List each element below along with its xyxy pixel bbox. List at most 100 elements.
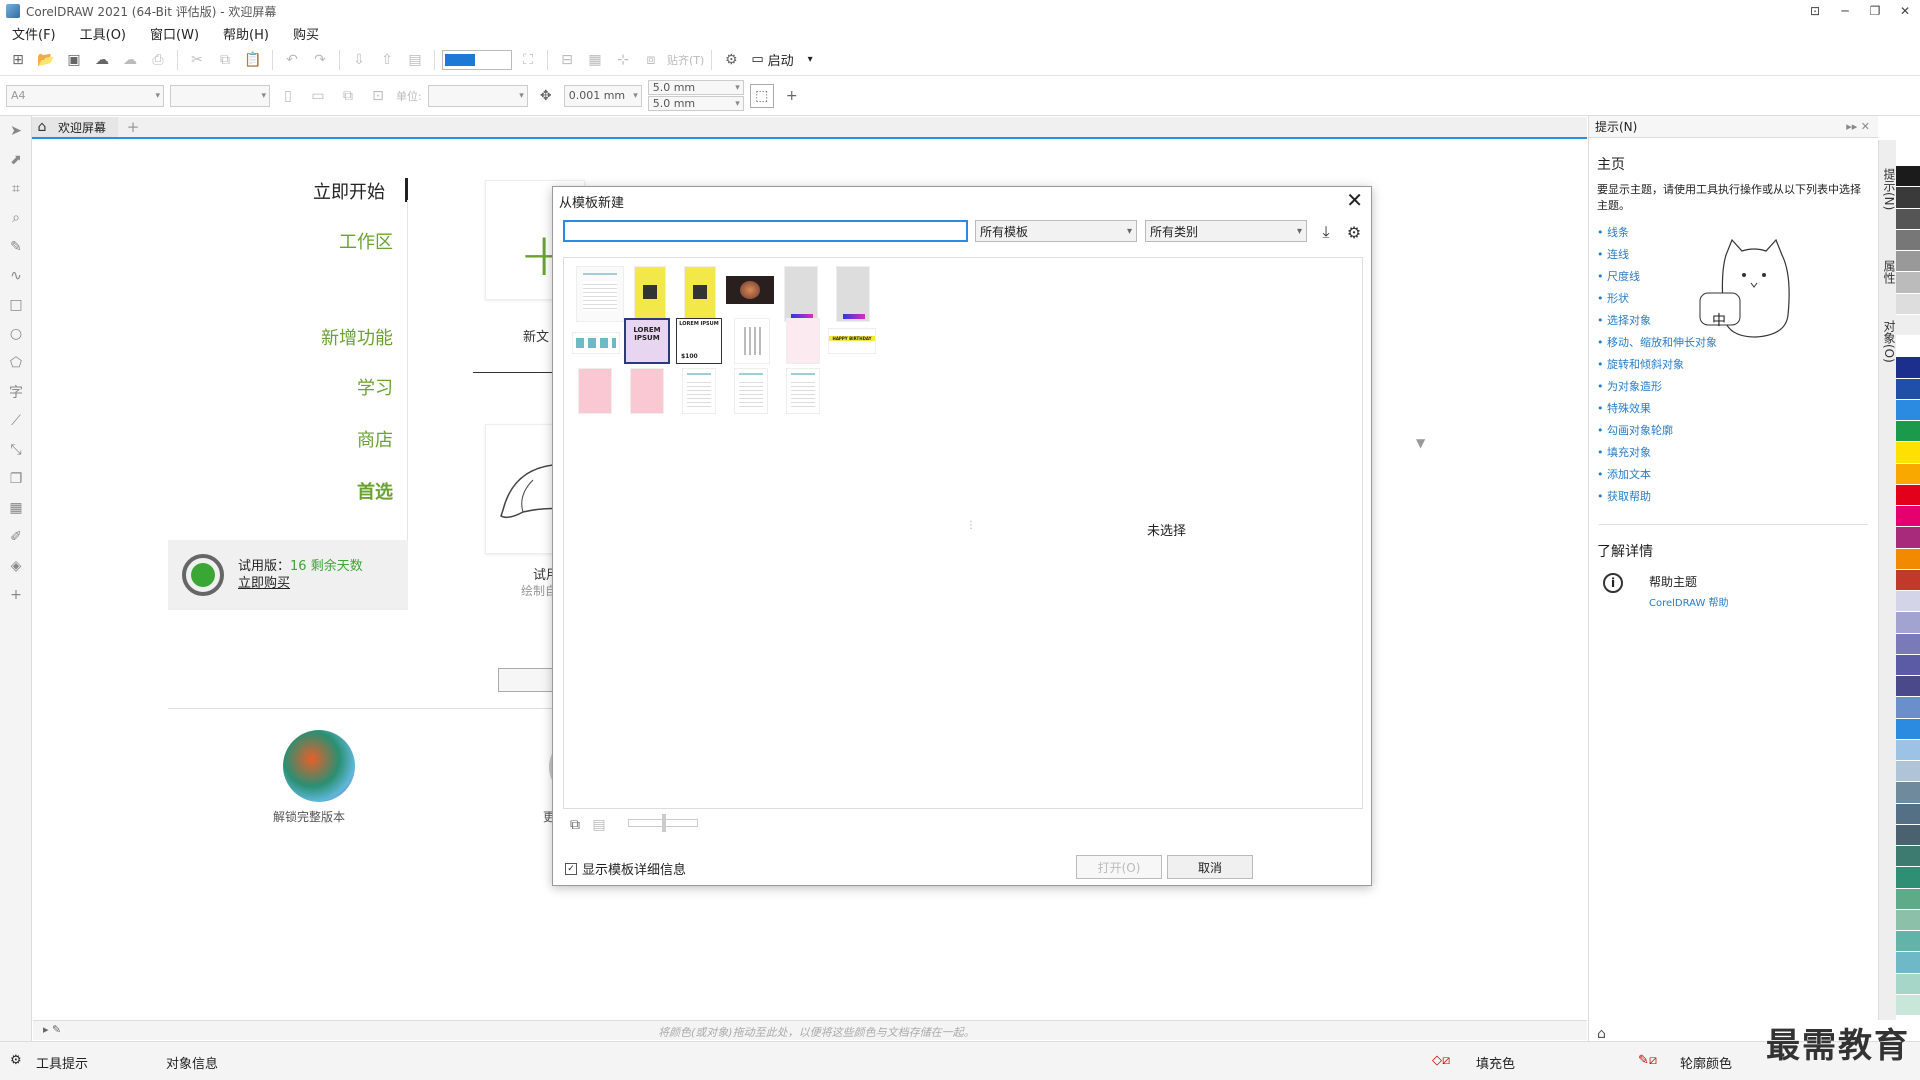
crop-tool-icon[interactable]: ⌗ (0, 174, 32, 203)
parallel-dimension-icon[interactable]: ⟋ (0, 406, 32, 435)
template-thumbnail[interactable]: HAPPY BIRTHDAY (828, 328, 876, 354)
palette-swatch[interactable] (1896, 867, 1920, 889)
buy-now-link[interactable]: 立即购买 (238, 575, 363, 592)
palette-swatch[interactable] (1896, 272, 1920, 294)
palette-swatch[interactable] (1896, 931, 1920, 953)
palette-swatch[interactable] (1896, 888, 1920, 910)
pane-splitter[interactable]: ⋮ (966, 520, 976, 531)
palette-swatch[interactable] (1896, 378, 1920, 400)
ime-mode-label[interactable]: 中 (1712, 310, 1726, 330)
nav-item-preferences[interactable]: 首选 (213, 478, 393, 504)
template-thumbnail[interactable] (734, 368, 768, 414)
template-thumbnail[interactable] (634, 266, 666, 322)
page-size-select[interactable]: A4 (6, 84, 164, 107)
treat-as-filled-icon[interactable]: ⬚ (749, 83, 774, 108)
snap-icon[interactable]: ⧈ (639, 48, 663, 72)
template-type-select[interactable]: 所有模板 (975, 220, 1137, 242)
shape-tool-icon[interactable]: ⬈ (0, 145, 32, 174)
template-category-select[interactable]: 所有类别 (1145, 220, 1307, 242)
maximize-button[interactable]: ❐ (1860, 0, 1890, 22)
minimize-button[interactable]: ─ (1830, 0, 1860, 22)
cloud-upload-icon[interactable]: ☁ (118, 48, 142, 72)
new-document-icon[interactable]: ⊞ (6, 48, 30, 72)
palette-swatch[interactable] (1896, 994, 1920, 1016)
menu-buy[interactable]: 购买 (281, 24, 331, 43)
home-docker-icon[interactable]: ⌂ (1597, 1026, 1606, 1042)
undo-icon[interactable]: ↶ (280, 48, 304, 72)
guidelines-icon[interactable]: ⊹ (611, 48, 635, 72)
menu-file[interactable]: 文件(F) (0, 24, 68, 43)
palette-swatch[interactable] (1896, 187, 1920, 209)
palette-swatch[interactable] (1896, 654, 1920, 676)
palette-swatch[interactable] (1896, 251, 1920, 273)
text-tool-icon[interactable]: 字 (0, 377, 32, 406)
copy-icon[interactable]: ⧉ (213, 48, 237, 72)
docker-controls[interactable]: ▸▸ ✕ (1846, 120, 1870, 133)
hint-topic-fill[interactable]: 填充对象 (1597, 442, 1878, 464)
open-folder-icon[interactable]: 📂 (34, 48, 58, 72)
interactive-fill-icon[interactable]: ◈ (0, 551, 32, 580)
template-thumbnail[interactable] (734, 318, 770, 364)
landscape-icon[interactable]: ▭ (306, 84, 330, 108)
rectangle-tool-icon[interactable]: □ (0, 290, 32, 319)
nav-item-workspace[interactable]: 工作区 (213, 228, 393, 254)
units-select[interactable] (427, 84, 528, 107)
transparency-tool-icon[interactable]: ▦ (0, 493, 32, 522)
zoom-level-select[interactable] (442, 49, 512, 70)
drop-shadow-icon[interactable]: ❐ (0, 464, 32, 493)
view-options-icon[interactable]: ▤ (587, 813, 611, 837)
palette-swatch[interactable] (1896, 697, 1920, 719)
tab-welcome-screen[interactable]: ⌂ 欢迎屏幕 (32, 117, 119, 137)
palette-swatch[interactable] (1896, 973, 1920, 995)
duplicate-y-field[interactable]: 5.0 mm (647, 96, 744, 111)
hint-topic-shaping[interactable]: 为对象造形 (1597, 376, 1878, 398)
palette-swatch[interactable] (1896, 846, 1920, 868)
template-thumbnail[interactable] (576, 266, 624, 322)
scroll-down-icon[interactable]: ▼ (1416, 436, 1425, 450)
template-thumbnail[interactable] (684, 266, 716, 322)
cut-icon[interactable]: ✂ (185, 48, 209, 72)
freehand-tool-icon[interactable]: ✎ (0, 232, 32, 261)
launch-button[interactable]: ▭ 启动 ▾ (747, 50, 816, 69)
thumbnail-size-slider[interactable] (628, 814, 698, 832)
palette-swatch[interactable] (1896, 208, 1920, 230)
dragon-artwork-icon[interactable] (283, 730, 355, 802)
palette-swatch[interactable] (1896, 314, 1920, 336)
restore-help-icon[interactable]: ⊡ (1800, 0, 1830, 22)
coreldraw-help-link[interactable]: CorelDRAW 帮助 (1649, 594, 1729, 609)
menu-window[interactable]: 窗口(W) (138, 24, 211, 43)
palette-swatch[interactable] (1896, 612, 1920, 634)
palette-swatch[interactable] (1896, 357, 1920, 379)
template-thumbnail[interactable] (630, 368, 664, 414)
palette-swatch[interactable] (1896, 952, 1920, 974)
print-icon[interactable]: ⎙ (146, 48, 170, 72)
dialog-settings-gear-icon[interactable]: ⚙ (1343, 221, 1365, 243)
show-details-checkbox[interactable]: ✓ 显示模板详细信息 (565, 859, 686, 878)
import-icon[interactable]: ⇩ (347, 48, 371, 72)
palette-swatch[interactable] (1896, 421, 1920, 443)
template-thumbnail[interactable] (784, 266, 818, 322)
palette-swatch[interactable] (1896, 506, 1920, 528)
options-gear-icon[interactable]: ⚙ (719, 48, 743, 72)
palette-swatch[interactable] (1896, 803, 1920, 825)
hint-topic-rotate-skew[interactable]: 旋转和倾斜对象 (1597, 354, 1878, 376)
palette-swatch[interactable] (1896, 527, 1920, 549)
status-gear-icon[interactable]: ⚙ (10, 1053, 22, 1068)
hint-topic-outline[interactable]: 勾画对象轮廓 (1597, 420, 1878, 442)
palette-swatch[interactable] (1896, 761, 1920, 783)
color-palette[interactable] (1896, 166, 1920, 1016)
template-thumbnail[interactable] (578, 368, 612, 414)
pick-tool-icon[interactable]: ➤ (0, 116, 32, 145)
add-icon[interactable]: + (780, 84, 804, 108)
nudge-distance-field[interactable]: 0.001 mm (563, 84, 642, 107)
menu-help[interactable]: 帮助(H) (211, 24, 281, 43)
cloud-download-icon[interactable]: ☁ (90, 48, 114, 72)
template-thumbnail[interactable]: LOREM IPSUM $100 (676, 318, 722, 364)
template-thumbnail[interactable] (682, 368, 716, 414)
template-thumbnail[interactable] (786, 368, 820, 414)
zoom-tool-icon[interactable]: ⌕ (0, 203, 32, 232)
palette-swatch[interactable] (1896, 782, 1920, 804)
palette-swatch[interactable] (1896, 166, 1920, 188)
palette-swatch[interactable] (1896, 824, 1920, 846)
palette-swatch[interactable] (1896, 229, 1920, 251)
